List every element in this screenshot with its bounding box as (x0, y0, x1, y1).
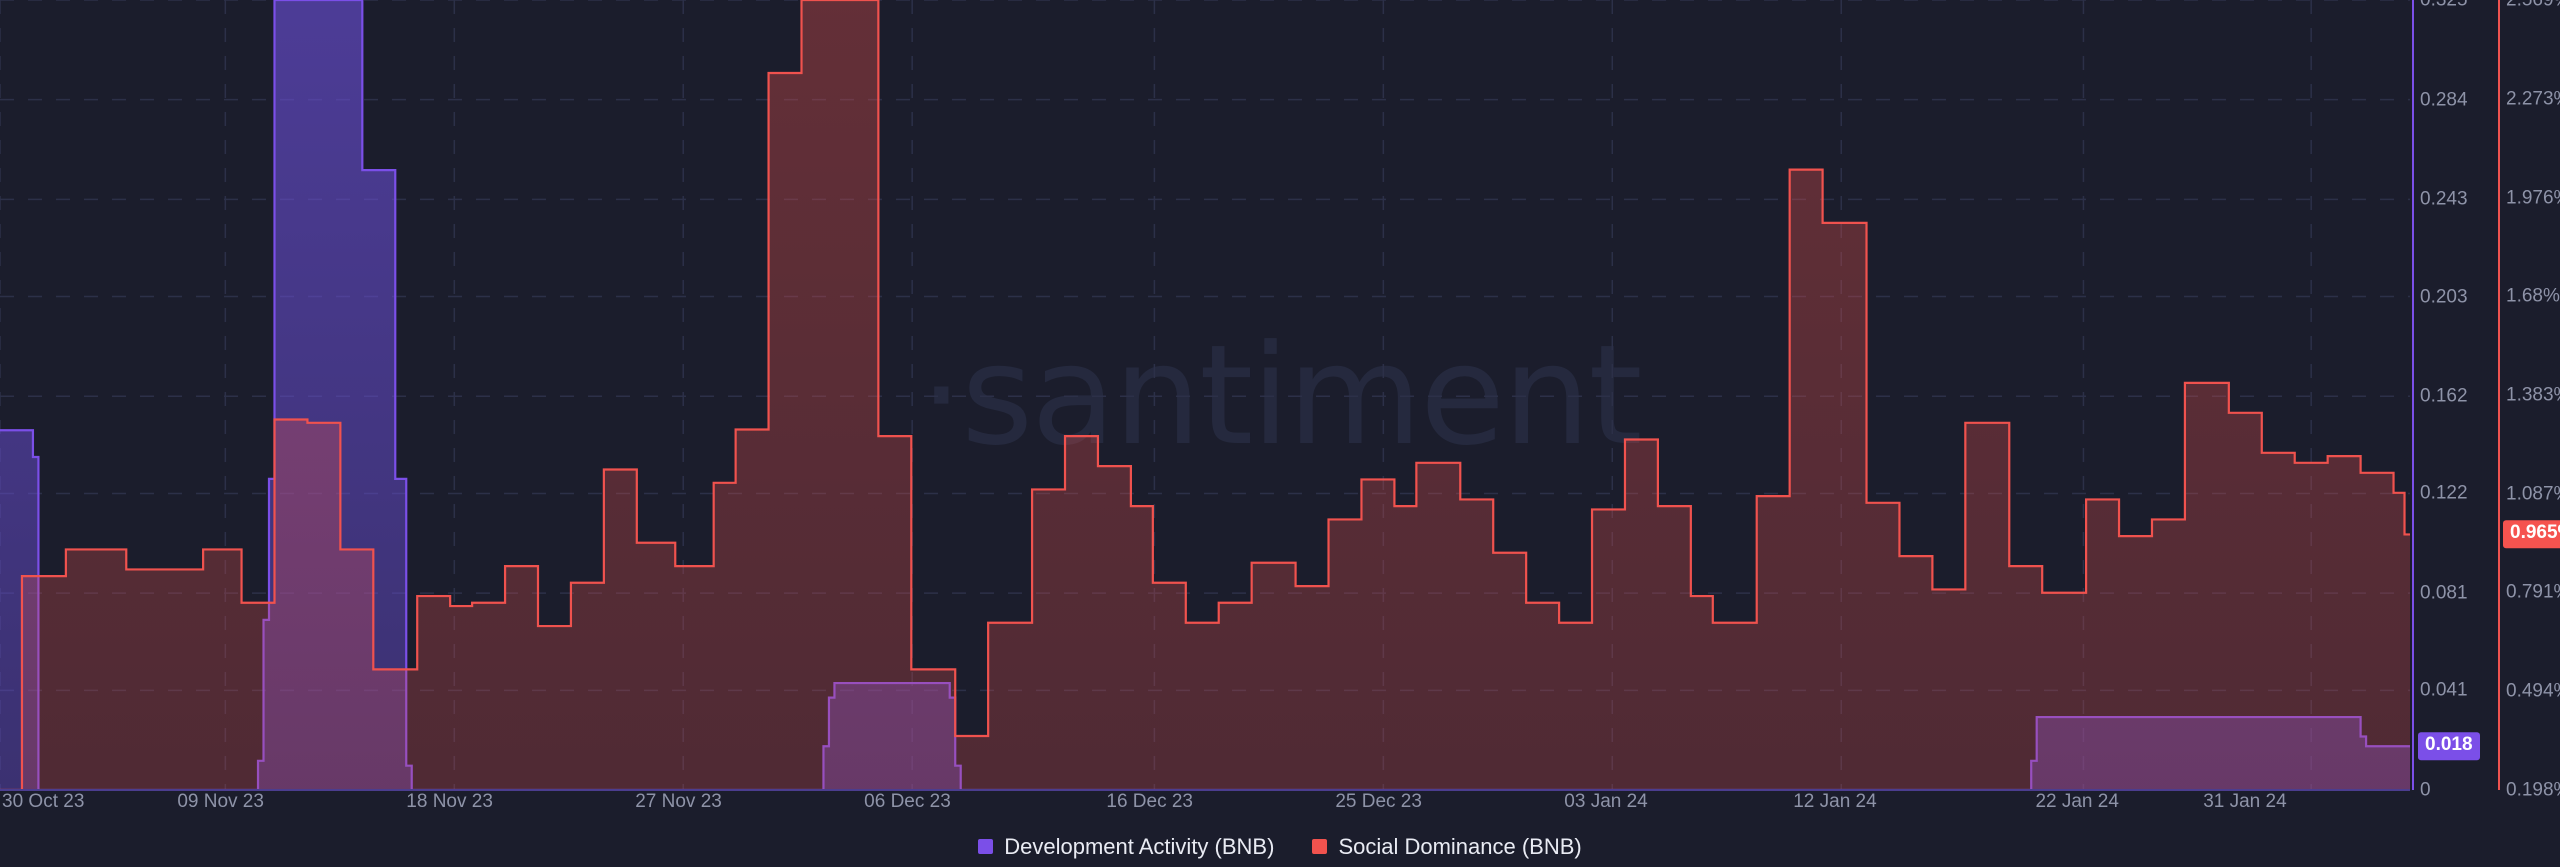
y-axis-social-dominance-tick: 1.383% (2506, 384, 2560, 406)
x-axis-tick: 03 Jan 24 (1564, 791, 1648, 812)
legend-swatch-icon (1312, 839, 1328, 854)
y-axis-social-dominance-tick: 2.569% (2506, 0, 2560, 11)
chart-plot[interactable] (0, 0, 2560, 867)
y-axis-social-dominance-tick: 1.976% (2506, 187, 2560, 209)
y-axis-development-activity-tick: 0.243 (2420, 188, 2468, 210)
x-axis-tick: 18 Nov 23 (406, 791, 493, 812)
x-axis: 30 Oct 23 09 Nov 23 18 Nov 23 27 Nov 23 06 D… (0, 790, 2560, 824)
legend-swatch-icon (978, 839, 994, 854)
legend-item-label: Social Dominance (BNB) (1338, 833, 1582, 859)
y-axis-development-activity-tick: 0.203 (2420, 286, 2468, 308)
x-axis-tick: 12 Jan 24 (1793, 791, 1877, 812)
series-areas (0, 0, 2410, 790)
axis-rule-social-dominance (2498, 0, 2500, 790)
chart-container: ·santiment 0.325 0.284 0.243 0.203 0.162 0.12… (0, 0, 2560, 867)
legend-item[interactable]: Social Dominance (BNB) (1312, 833, 1582, 859)
y-axis-development-activity-tick: 0.041 (2420, 679, 2468, 701)
y-axis-social-dominance-tick: 0.791% (2506, 581, 2560, 603)
y-axis-development-activity-tick: 0.122 (2420, 482, 2468, 504)
chart-legend: Development Activity (BNB) Social Dominan… (0, 826, 2560, 867)
y-axis-development-activity-tick: 0.284 (2420, 89, 2468, 111)
x-axis-tick: 09 Nov 23 (177, 791, 264, 812)
y-axis-social-dominance-tick: 0.494% (2506, 680, 2560, 702)
x-axis-tick: 16 Dec 23 (1106, 791, 1193, 812)
y-axis-development-activity-tick: 0.081 (2420, 582, 2468, 604)
x-axis-tick: 06 Dec 23 (864, 791, 951, 812)
x-axis-tick: 22 Jan 24 (2035, 791, 2119, 812)
x-axis-tick: 27 Nov 23 (635, 791, 722, 812)
y-axis-social-dominance-tick: 2.273% (2506, 88, 2560, 110)
y-axis-social-dominance-tick: 1.68% (2506, 285, 2560, 307)
x-axis-tick: 31 Jan 24 (2203, 791, 2287, 812)
y-axis-development-activity-tick: 0.162 (2420, 385, 2468, 407)
y-axis-social-dominance: 2.569% 2.273% 1.976% 1.68% 1.383% 1.087% 0.791… (2506, 0, 2560, 800)
y-axis-development-activity-tick: 0.325 (2420, 0, 2468, 11)
axis-rule-development-activity (2412, 0, 2414, 790)
y-axis-social-dominance-tick: 1.087% (2506, 483, 2560, 505)
current-value-badge-development-activity: 0.018 (2418, 732, 2480, 760)
legend-item[interactable]: Development Activity (BNB) (978, 833, 1275, 859)
legend-item-label: Development Activity (BNB) (1004, 833, 1275, 859)
x-axis-tick: 30 Oct 23 (2, 791, 85, 812)
x-axis-tick: 25 Dec 23 (1335, 791, 1422, 812)
current-value-badge-social-dominance: 0.965% (2503, 520, 2560, 549)
